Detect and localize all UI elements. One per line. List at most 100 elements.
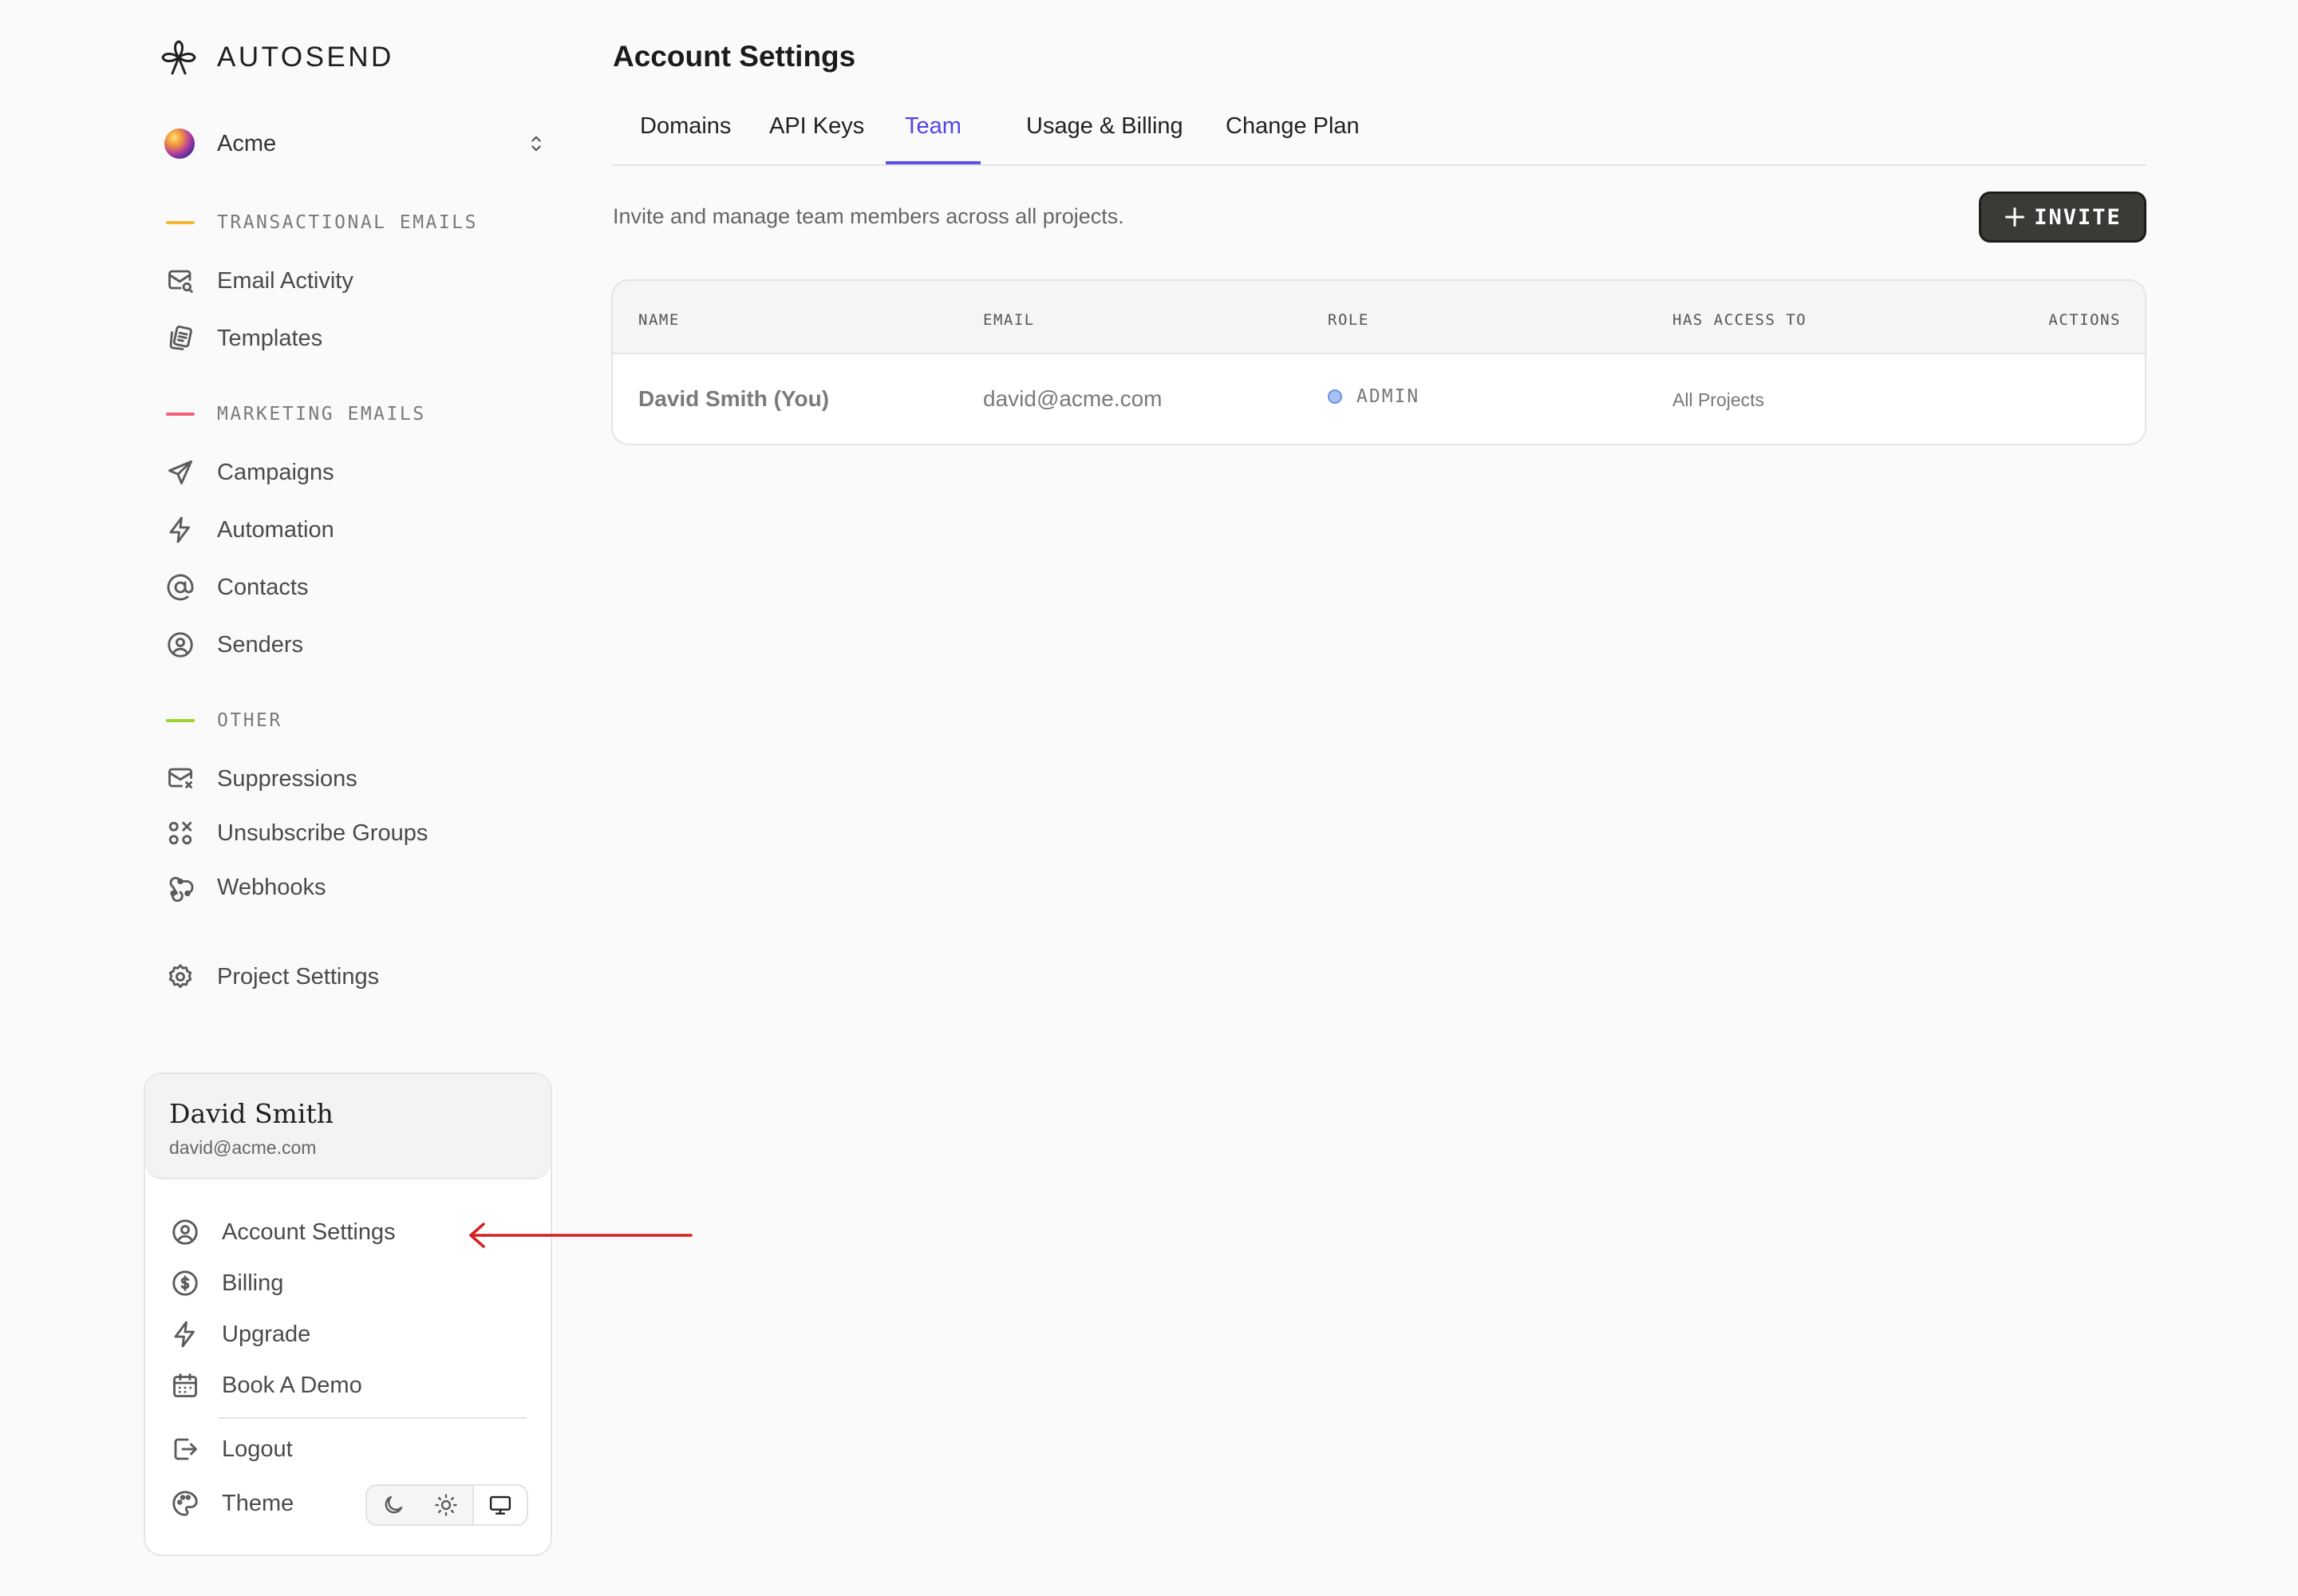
table-header: NAME EMAIL ROLE HAS ACCESS TO ACTIONS — [613, 281, 2145, 354]
at-icon — [167, 574, 194, 601]
sidebar-item-label: Project Settings — [217, 963, 380, 990]
page-title: Account Settings — [613, 40, 856, 73]
member-email: david@acme.com — [983, 386, 1163, 411]
user-menu-card: David Smith david@acme.com Account Setti… — [144, 1073, 552, 1556]
sidebar-item-unsubscribe-groups[interactable]: Unsubscribe Groups — [164, 816, 428, 851]
section-accent-line — [166, 719, 195, 722]
sidebar-item-label: Contacts — [217, 574, 309, 600]
sidebar-item-label: Email Activity — [217, 267, 353, 294]
member-role: ADMIN — [1356, 386, 1420, 407]
sidebar-item-webhooks[interactable]: Webhooks — [164, 870, 326, 905]
theme-system-button[interactable] — [472, 1486, 527, 1524]
table-row: David Smith (You) david@acme.com ADMIN A… — [613, 354, 2145, 444]
tab-usage-billing[interactable]: Usage & Billing — [1007, 113, 1202, 164]
menu-divider — [219, 1417, 527, 1419]
brand[interactable]: AUTOSEND — [160, 38, 394, 77]
sidebar-item-automation[interactable]: Automation — [164, 512, 334, 547]
menu-item-label: Book A Demo — [222, 1372, 362, 1398]
templates-icon — [169, 325, 192, 350]
section-accent-line — [166, 413, 195, 416]
menu-item-label: Theme — [222, 1490, 294, 1516]
sidebar-item-senders[interactable]: Senders — [164, 627, 303, 662]
calendar-icon — [173, 1373, 197, 1397]
mail-x-icon — [168, 768, 192, 788]
monitor-icon — [489, 1495, 511, 1515]
invite-label: INVITE — [2034, 204, 2122, 230]
column-header-email: EMAIL — [983, 311, 1035, 329]
send-icon — [168, 460, 192, 484]
chevron-up-down-icon — [531, 136, 541, 152]
project-switcher[interactable]: Acme — [164, 126, 547, 161]
tab-change-plan[interactable]: Change Plan — [1206, 113, 1379, 164]
palette-icon — [172, 1491, 198, 1516]
menu-item-theme: Theme — [169, 1486, 294, 1521]
sidebar-item-email-activity[interactable]: Email Activity — [164, 263, 353, 298]
menu-item-logout[interactable]: Logout — [169, 1432, 293, 1467]
theme-toggle — [365, 1484, 528, 1526]
role-badge: ADMIN — [1328, 386, 1419, 407]
user-circle-icon — [168, 632, 193, 658]
role-dot — [1328, 389, 1342, 404]
section-other: OTHER — [166, 710, 282, 731]
sidebar-item-campaigns[interactable]: Campaigns — [164, 455, 334, 490]
section-label: MARKETING EMAILS — [217, 404, 426, 425]
tab-domains[interactable]: Domains — [621, 113, 750, 164]
settings-tabs: Domains API Keys Team Usage & Billing Ch… — [613, 105, 2146, 166]
project-avatar — [164, 128, 195, 159]
sidebar-item-label: Senders — [217, 631, 304, 658]
menu-item-label: Logout — [222, 1436, 293, 1462]
menu-item-book-a-demo[interactable]: Book A Demo — [169, 1368, 362, 1403]
team-table: NAME EMAIL ROLE HAS ACCESS TO ACTIONS Da… — [611, 279, 2146, 445]
sidebar-item-label: Unsubscribe Groups — [217, 820, 428, 846]
dollar-circle-icon — [172, 1270, 198, 1296]
grid-x-icon — [168, 821, 192, 845]
project-name: Acme — [217, 130, 277, 156]
autosend-logo-icon — [161, 40, 196, 75]
user-name: David Smith — [169, 1098, 334, 1129]
section-transactional-emails: TRANSACTIONAL EMAILS — [166, 212, 478, 233]
menu-item-label: Billing — [222, 1270, 284, 1296]
sidebar-item-suppressions[interactable]: Suppressions — [164, 761, 357, 796]
mail-search-icon — [168, 270, 193, 293]
moon-icon — [385, 1495, 403, 1514]
section-accent-line — [166, 221, 195, 224]
sidebar-item-project-settings[interactable]: Project Settings — [164, 959, 379, 994]
menu-item-billing[interactable]: Billing — [169, 1266, 283, 1301]
section-marketing-emails: MARKETING EMAILS — [166, 404, 426, 425]
user-header: David Smith david@acme.com — [145, 1074, 551, 1179]
sun-icon — [435, 1494, 457, 1516]
page-subtitle: Invite and manage team members across al… — [613, 204, 1124, 228]
column-header-role: ROLE — [1328, 311, 1369, 329]
section-label: OTHER — [217, 710, 282, 731]
sidebar-item-label: Suppressions — [217, 765, 357, 792]
sidebar-item-templates[interactable]: Templates — [164, 321, 322, 356]
menu-item-upgrade[interactable]: Upgrade — [169, 1317, 310, 1352]
annotation-arrow-icon — [469, 1223, 693, 1248]
tab-team[interactable]: Team — [886, 113, 981, 164]
sidebar-item-contacts[interactable]: Contacts — [164, 570, 308, 605]
gear-icon — [168, 964, 192, 989]
column-header-name: NAME — [638, 311, 680, 329]
menu-item-label: Upgrade — [222, 1321, 311, 1347]
member-access: All Projects — [1672, 389, 1765, 410]
column-header-access: HAS ACCESS TO — [1672, 311, 1807, 329]
section-label: TRANSACTIONAL EMAILS — [217, 212, 478, 233]
sidebar-item-label: Webhooks — [217, 874, 326, 900]
tab-api-keys[interactable]: API Keys — [750, 113, 883, 164]
webhook-icon — [169, 876, 194, 902]
user-email: david@acme.com — [169, 1137, 317, 1158]
sidebar-item-label: Templates — [217, 325, 323, 351]
user-circle-icon — [172, 1219, 198, 1245]
menu-item-label: Account Settings — [222, 1219, 396, 1245]
menu-item-account-settings[interactable]: Account Settings — [169, 1215, 396, 1250]
theme-dark-button[interactable] — [367, 1486, 420, 1524]
theme-light-button[interactable] — [420, 1486, 472, 1524]
invite-button[interactable]: INVITE — [1979, 192, 2146, 243]
sidebar-item-label: Automation — [217, 516, 334, 543]
sidebar-item-label: Campaigns — [217, 459, 334, 485]
plus-icon — [2005, 207, 2025, 227]
brand-name: AUTOSEND — [217, 41, 394, 73]
member-name: David Smith (You) — [638, 386, 830, 411]
logout-icon — [174, 1438, 197, 1460]
column-header-actions: ACTIONS — [2048, 311, 2121, 329]
